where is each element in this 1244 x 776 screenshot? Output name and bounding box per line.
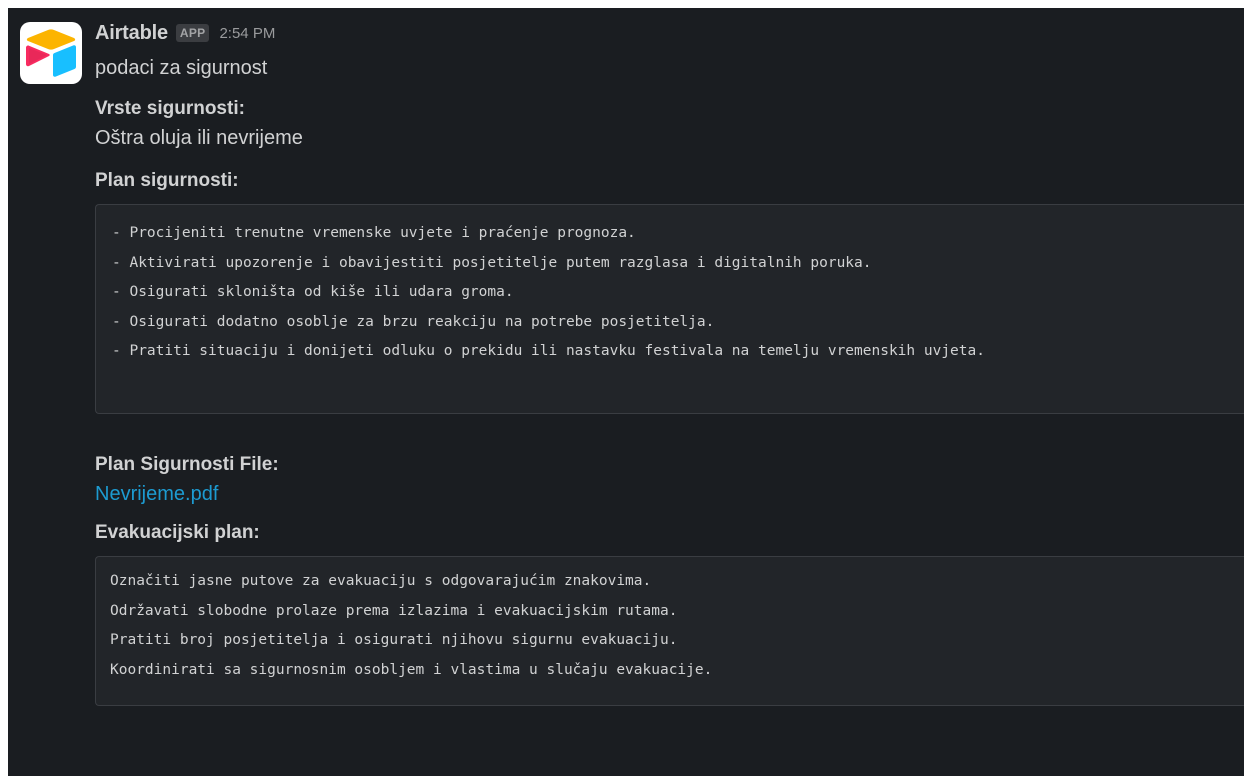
field-label-file: Plan Sigurnosti File: <box>95 454 279 475</box>
field-value-vrste: Oštra oluja ili nevrijeme <box>95 127 303 149</box>
app-badge: APP <box>175 24 210 42</box>
evak-line: Pratiti broj posjetitelja i osigurati nj… <box>110 632 678 648</box>
message-intro: podaci za sigurnost <box>95 57 268 79</box>
plan-line: - Aktivirati upozorenje i obavijestiti p… <box>112 254 872 271</box>
message-timestamp[interactable]: 2:54 PM <box>219 25 275 42</box>
plan-line: - Osigurati dodatno osoblje za brzu reak… <box>112 313 715 330</box>
plan-line: - Osigurati skloništa od kiše ili udara … <box>112 284 514 300</box>
evak-line: Koordinirati sa sigurnosnim osobljem i v… <box>110 661 713 678</box>
slack-message-pane: Airtable APP 2:54 PM podaci za sigurnost… <box>8 8 1244 776</box>
evak-line: Označiti jasne putove za evakuaciju s od… <box>110 573 652 589</box>
code-block-plan: - Procijeniti trenutne vremenske uvjete … <box>95 204 1244 414</box>
field-label-vrste: Vrste sigurnosti: <box>95 98 245 119</box>
field-label-evak: Evakuacijski plan: <box>95 522 260 543</box>
sender-name[interactable]: Airtable <box>95 22 168 45</box>
code-block-evak: Označiti jasne putove za evakuaciju s od… <box>95 556 1244 706</box>
message-header: Airtable APP 2:54 PM <box>95 18 1244 48</box>
plan-line: - Procijeniti trenutne vremenske uvjete … <box>112 225 636 241</box>
file-link[interactable]: Nevrijeme.pdf <box>95 480 1244 508</box>
message-body: Airtable APP 2:54 PM podaci za sigurnost… <box>95 18 1244 706</box>
airtable-logo-icon <box>26 29 76 77</box>
field-label-plan: Plan sigurnosti: <box>95 170 239 191</box>
evak-line: Održavati slobodne prolaze prema izlazim… <box>110 602 678 619</box>
plan-line: - Pratiti situaciju i donijeti odluku o … <box>112 343 985 359</box>
airtable-avatar[interactable] <box>20 22 82 84</box>
